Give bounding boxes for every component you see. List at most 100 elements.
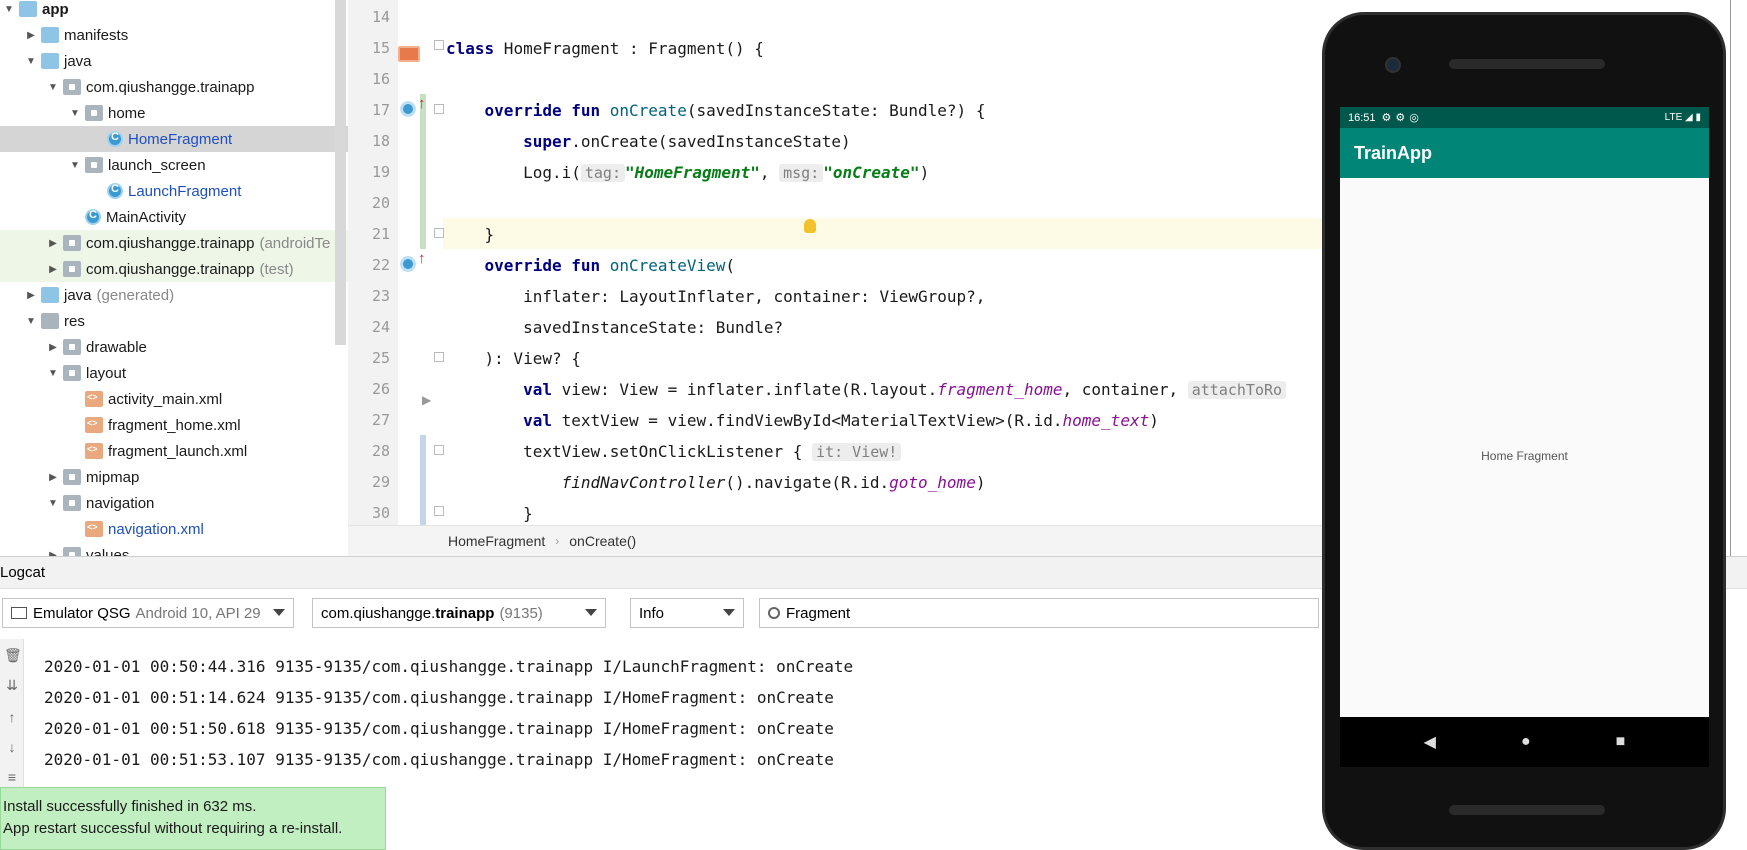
code-line[interactable]: val textView = view.findViewById<Materia… <box>446 405 1159 436</box>
code-line[interactable]: inflater: LayoutInflater, container: Vie… <box>446 281 985 312</box>
back-icon[interactable]: ◀ <box>1424 732 1436 752</box>
fold-marker-icon[interactable] <box>434 445 444 455</box>
tree-item[interactable]: ▶ mipmap <box>0 464 348 490</box>
expand-right-icon[interactable]: ▶ <box>46 238 60 249</box>
tree-item[interactable]: fragment_launch.xml <box>0 438 348 464</box>
recents-icon[interactable]: ■ <box>1616 733 1626 751</box>
breadcrumb-class[interactable]: HomeFragment <box>448 533 545 549</box>
breadcrumb-method[interactable]: onCreate() <box>569 533 636 549</box>
expand-down-icon[interactable]: ▼ <box>68 108 82 119</box>
tree-item-label: fragment_home.xml <box>108 416 241 434</box>
tree-item[interactable]: LaunchFragment <box>0 178 348 204</box>
code-line[interactable]: findNavController().navigate(R.id.goto_h… <box>446 467 986 498</box>
tree-item[interactable]: ▼ com.qiushangge.trainapp <box>0 74 348 100</box>
code-line[interactable]: override fun onCreate(savedInstanceState… <box>446 95 986 126</box>
log-line: 2020-01-01 00:50:44.316 9135-9135/com.qi… <box>44 657 854 676</box>
code-token: onCreate <box>600 101 687 120</box>
expand-right-icon[interactable]: ▶ <box>46 342 60 353</box>
code-line[interactable]: super.onCreate(savedInstanceState) <box>446 126 851 157</box>
fold-marker-icon[interactable] <box>434 104 444 114</box>
tree-item[interactable]: ▼ layout <box>0 360 348 386</box>
expand-down-icon[interactable]: ▼ <box>24 56 38 67</box>
override-gutter-icon[interactable] <box>400 101 416 117</box>
home-fragment-text[interactable]: Home Fragment <box>1340 449 1709 463</box>
down-arrow-icon[interactable]: ↓ <box>4 739 20 755</box>
logcat-search-input[interactable]: Fragment <box>759 598 1319 628</box>
tree-item-label: com.qiushangge.trainapp <box>86 234 255 252</box>
tree-item[interactable]: ▼ res <box>0 308 348 334</box>
tree-item[interactable]: ▼ app <box>0 0 348 22</box>
tree-item[interactable]: navigation.xml <box>0 516 348 542</box>
code-token: ) <box>1149 411 1159 430</box>
tree-item[interactable]: ▶ java (generated) <box>0 282 348 308</box>
code-line[interactable]: override fun onCreateView( <box>446 250 735 281</box>
override-up-arrow-icon: ↑ <box>418 95 426 112</box>
android-status-bar: 16:51 ⚙⚙◎ LTE ◢ ▮ <box>1340 107 1709 128</box>
tree-item[interactable]: ▶ com.qiushangge.trainapp (test) <box>0 256 348 282</box>
tree-item[interactable]: fragment_home.xml <box>0 412 348 438</box>
device-detail: Android 10, API 29 <box>135 604 261 622</box>
tree-item[interactable]: HomeFragment <box>0 126 348 152</box>
expand-right-icon[interactable]: ▶ <box>46 472 60 483</box>
fold-marker-icon[interactable] <box>434 40 444 50</box>
chevron-down-icon <box>723 609 735 616</box>
code-token: savedInstanceState: Bundle? <box>523 318 784 337</box>
fold-marker-icon[interactable] <box>434 506 444 516</box>
expand-down-icon[interactable]: ▼ <box>24 316 38 327</box>
fold-marker-icon[interactable] <box>434 352 444 362</box>
package-icon <box>63 235 81 251</box>
lightbulb-icon[interactable] <box>804 219 816 233</box>
expand-down-icon[interactable]: ▼ <box>2 4 16 15</box>
tree-item[interactable]: MainActivity <box>0 204 348 230</box>
tree-item[interactable]: ▼ java <box>0 48 348 74</box>
tree-item[interactable]: ▼ home <box>0 100 348 126</box>
expand-down-icon[interactable]: ▼ <box>46 82 60 93</box>
expand-right-icon[interactable]: ▶ <box>24 290 38 301</box>
code-line[interactable]: savedInstanceState: Bundle? <box>446 312 783 343</box>
code-line[interactable]: ): View? { <box>446 343 581 374</box>
expand-down-icon[interactable]: ▼ <box>46 498 60 509</box>
project-tree: ▼ app ▶ manifests ▼ java ▼ com.qiushangge.train… <box>0 0 348 556</box>
code-token: goto_home <box>889 473 976 492</box>
menu-icon[interactable]: ≡ <box>4 769 20 785</box>
tree-item-label: manifests <box>64 26 129 44</box>
trash-icon[interactable]: 🗑 <box>4 647 22 663</box>
code-editor[interactable]: 14 15 16 17 18 19 20 21 22 23 24 25 26 27 28 29 30 ↑ ↑ ▶… <box>348 0 1322 556</box>
tree-item[interactable]: activity_main.xml <box>0 386 348 412</box>
scroll-end-icon[interactable]: ⇊ <box>4 677 20 693</box>
expand-down-icon[interactable]: ▼ <box>68 160 82 171</box>
expand-right-icon[interactable]: ▶ <box>24 30 38 41</box>
tree-item[interactable]: ▶ manifests <box>0 22 348 48</box>
tree-item[interactable]: ▶ com.qiushangge.trainapp (androidTe <box>0 230 348 256</box>
xml-icon <box>85 443 103 459</box>
editor-scrollbar[interactable] <box>1730 0 1747 556</box>
code-token: attachToRo <box>1187 381 1287 399</box>
tree-item[interactable]: ▶ values <box>0 542 348 556</box>
package-icon <box>85 157 103 173</box>
class-gutter-icon[interactable] <box>398 46 420 62</box>
log-level-select[interactable]: Info <box>630 598 744 628</box>
home-icon[interactable]: ● <box>1521 733 1531 751</box>
process-select[interactable]: com.qiushangge. trainapp (9135) <box>312 598 606 628</box>
code-token: fragment_home <box>937 380 1063 399</box>
code-line[interactable]: val view: View = inflater.inflate(R.layo… <box>446 374 1287 405</box>
expand-right-icon[interactable]: ▶ <box>46 264 60 275</box>
code-line[interactable]: Log.i(tag: "HomeFragment", msg: "onCreate"… <box>446 157 929 188</box>
emulator-screen[interactable]: 16:51 ⚙⚙◎ LTE ◢ ▮ TrainApp Home Fragment <box>1340 107 1709 717</box>
tree-item[interactable]: ▶ drawable <box>0 334 348 360</box>
up-arrow-icon[interactable]: ↑ <box>4 709 20 725</box>
code-line[interactable]: textView.setOnClickListener { it: View! <box>446 436 902 467</box>
run-gutter-icon[interactable]: ▶ <box>422 393 431 407</box>
override-gutter-icon[interactable] <box>400 256 416 272</box>
expand-down-icon[interactable]: ▼ <box>46 368 60 379</box>
tree-scrollbar[interactable] <box>335 0 346 345</box>
code-line[interactable]: class HomeFragment : Fragment() { <box>446 33 764 64</box>
code-line[interactable]: } <box>446 219 495 250</box>
fold-marker-icon[interactable] <box>434 228 444 238</box>
tree-item[interactable]: ▼ navigation <box>0 490 348 516</box>
device-select[interactable]: Emulator QSG Android 10, API 29 <box>2 598 294 628</box>
tree-item[interactable]: ▼ launch_screen <box>0 152 348 178</box>
